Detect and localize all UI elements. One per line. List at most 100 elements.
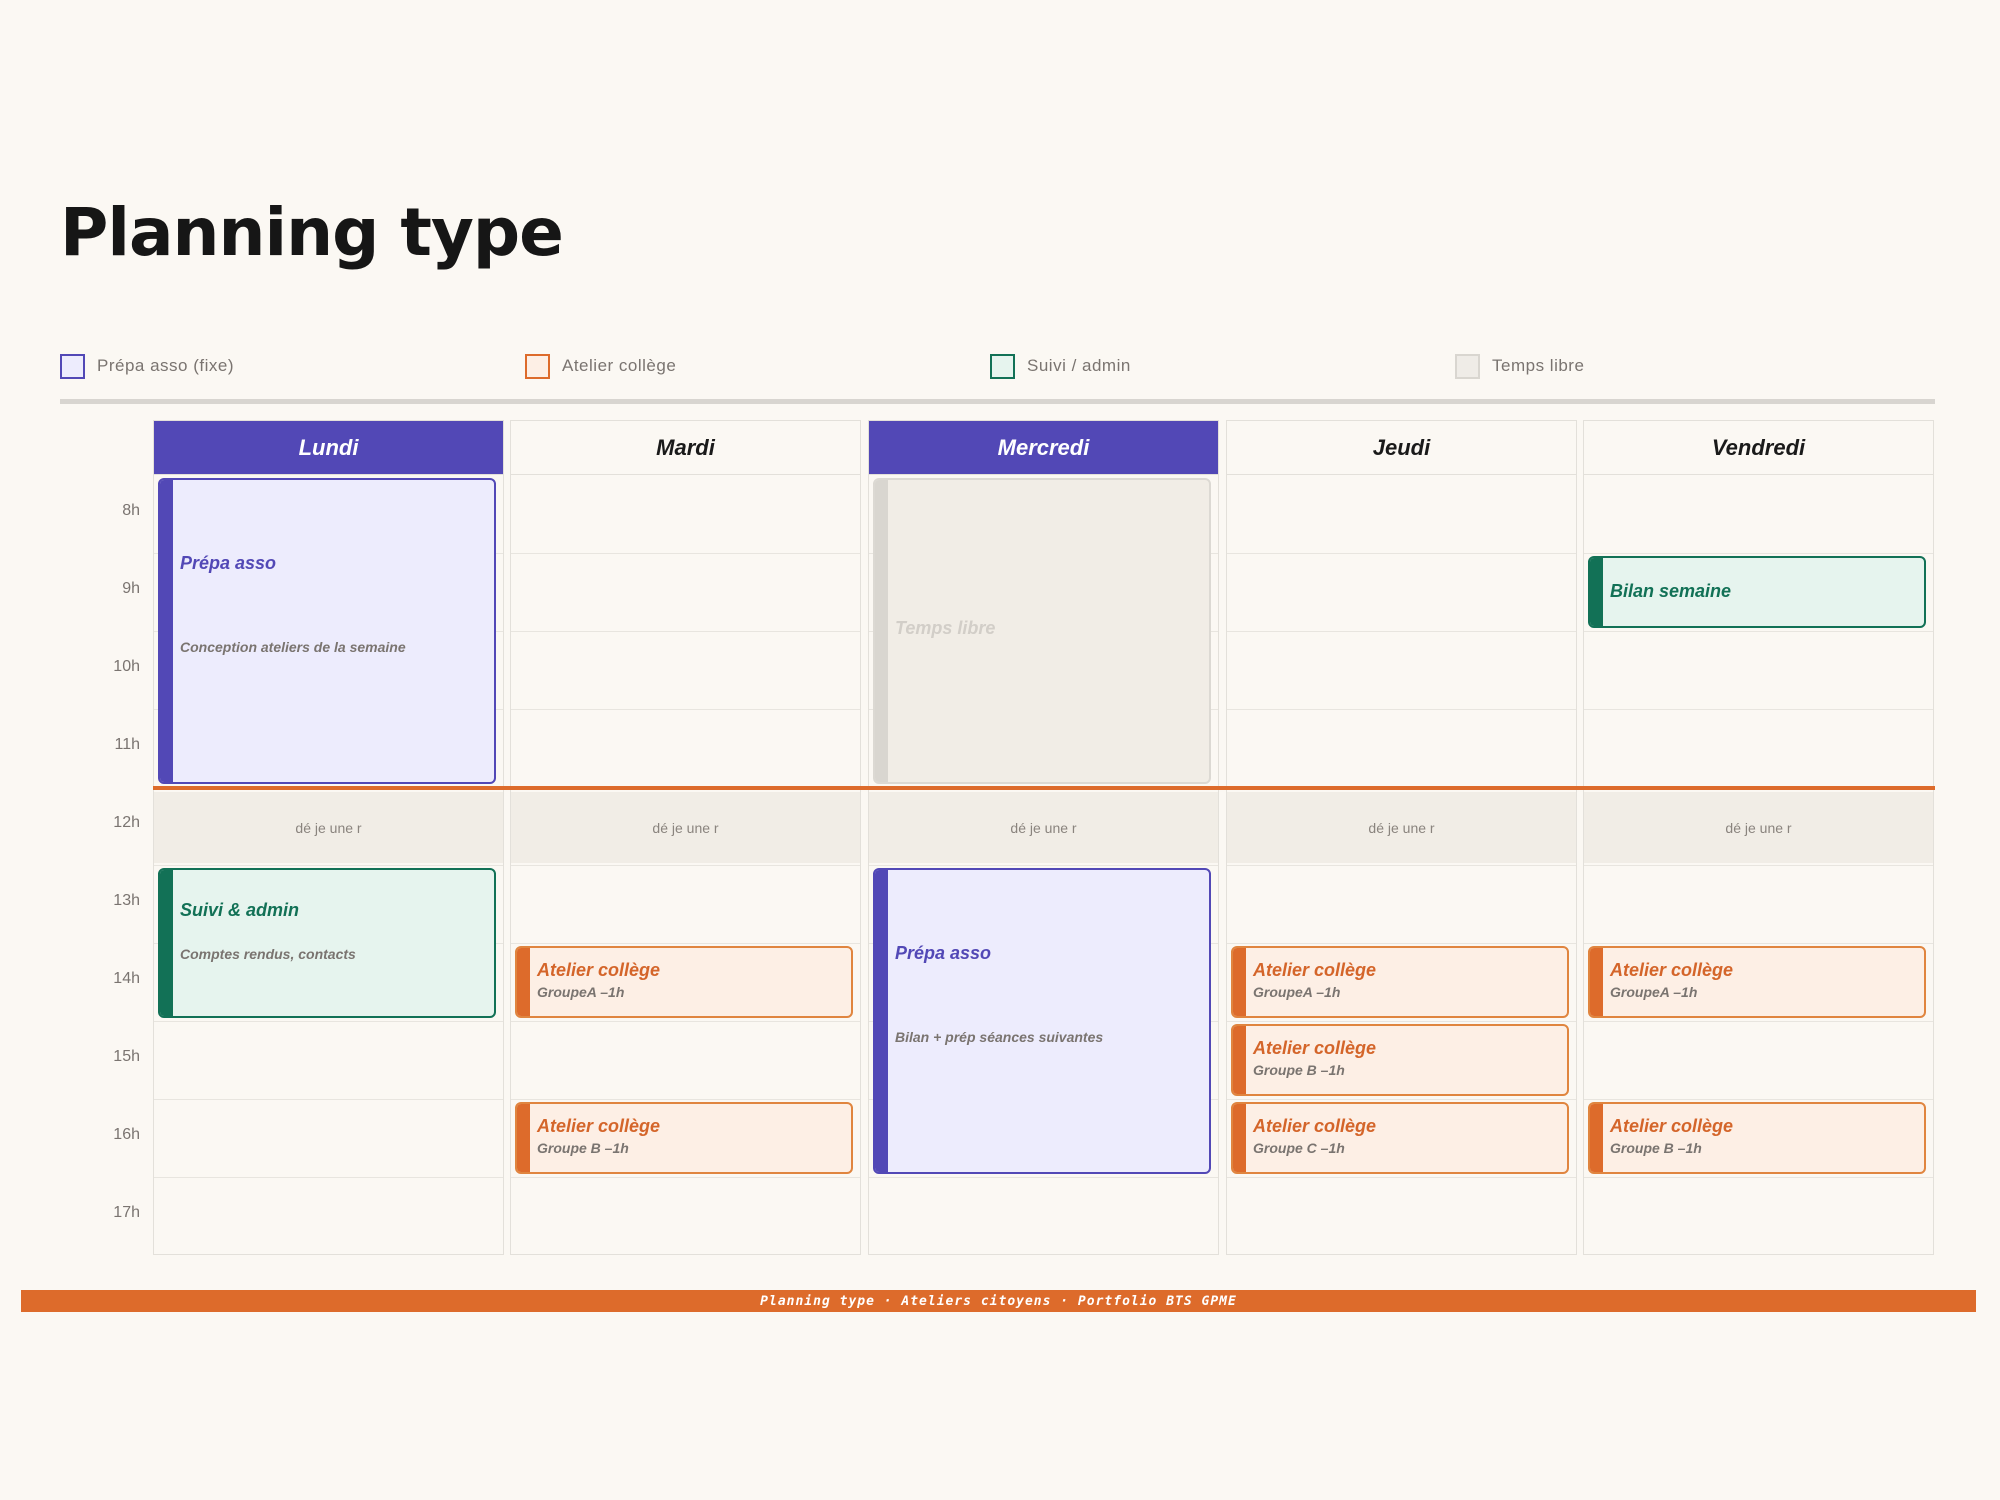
event-prepa[interactable]: Prépa asso Bilan + prép séances suivantes — [873, 868, 1211, 1174]
hour-label: 11h — [114, 736, 140, 753]
event-color-bar — [1590, 1104, 1603, 1172]
day-header: Vendredi — [1584, 421, 1933, 475]
lunch-break-cell: dé je une r — [869, 792, 1218, 863]
lunch-break-cell: dé je une r — [1227, 792, 1576, 863]
hour-gridline — [511, 709, 860, 710]
event-color-bar — [875, 480, 888, 782]
hour-gridline — [1227, 553, 1576, 554]
hour-label: 16h — [113, 1126, 140, 1143]
event-title: Atelier collège — [1253, 1116, 1377, 1136]
lunch-separator-line — [153, 786, 1935, 790]
hour-gridline — [1227, 709, 1576, 710]
hour-gridline — [511, 553, 860, 554]
hour-label: 13h — [113, 892, 140, 909]
hour-gridline — [511, 865, 860, 866]
hour-gridline — [869, 1177, 1218, 1178]
event-color-bar — [160, 870, 173, 1016]
lunch-break-cell: dé je une r — [1584, 792, 1933, 863]
hour-gridline — [511, 631, 860, 632]
event-subtitle: Comptes rendus, contacts — [180, 946, 356, 962]
event-libre[interactable]: Temps libre — [873, 478, 1211, 784]
event-atelier[interactable]: Atelier collège GroupeA –1h — [515, 946, 853, 1018]
hour-gridline — [1584, 1099, 1933, 1100]
hour-gridline — [511, 1177, 860, 1178]
hour-gridline — [511, 1099, 860, 1100]
hour-label: 10h — [113, 658, 140, 675]
day-header: Jeudi — [1227, 421, 1576, 475]
footer-banner: Planning type · Ateliers citoyens · Port… — [21, 1290, 1976, 1312]
hour-gridline — [1227, 1021, 1576, 1022]
weekly-schedule-grid: 8h 9h 10h 11h 12h 13h 14h 15h 16h 17h Lundi dé je u… — [0, 0, 2000, 1300]
event-title: Atelier collège — [1253, 960, 1377, 980]
event-color-bar — [1233, 1026, 1246, 1094]
day-header: Lundi — [154, 421, 503, 475]
event-suivi[interactable]: Bilan semaine — [1588, 556, 1926, 628]
event-color-bar — [1590, 948, 1603, 1016]
hour-gridline — [1584, 943, 1933, 944]
hour-gridline — [1227, 943, 1576, 944]
event-subtitle: GroupeA –1h — [1253, 984, 1341, 1000]
hour-gridline — [154, 1099, 503, 1100]
event-color-bar — [875, 870, 888, 1172]
event-color-bar — [1233, 1104, 1246, 1172]
hour-gridline — [1227, 1099, 1576, 1100]
hour-gridline — [1227, 631, 1576, 632]
hour-label: 15h — [113, 1048, 140, 1065]
event-title: Prépa asso — [895, 943, 992, 964]
event-subtitle: Groupe B –1h — [1253, 1062, 1345, 1078]
day-column-mardi: Mardi dé je une r Atelier collège GroupeA –… — [510, 420, 861, 1255]
event-prepa[interactable]: Prépa asso Conception ateliers de la sema… — [158, 478, 496, 784]
hour-label: 9h — [122, 580, 140, 597]
event-subtitle: Groupe C –1h — [1253, 1140, 1345, 1156]
hour-gridline — [154, 1021, 503, 1022]
hour-gridline — [1584, 631, 1933, 632]
event-title: Temps libre — [895, 617, 996, 638]
event-subtitle: GroupeA –1h — [1610, 984, 1698, 1000]
day-column-mercredi: Mercredi dé je une r Temps libre Prépa asso… — [868, 420, 1219, 1255]
event-subtitle: Conception ateliers de la semaine — [180, 639, 406, 656]
event-subtitle: Groupe B –1h — [1610, 1140, 1702, 1156]
event-color-bar — [517, 948, 530, 1016]
hour-gridline — [1584, 553, 1933, 554]
hour-label: 17h — [113, 1204, 140, 1221]
event-suivi[interactable]: Suivi & admin Comptes rendus, contacts — [158, 868, 496, 1018]
event-color-bar — [1590, 558, 1603, 626]
lunch-break-cell: dé je une r — [511, 792, 860, 863]
hour-gridline — [511, 1021, 860, 1022]
hour-gridline — [1227, 865, 1576, 866]
event-subtitle: GroupeA –1h — [537, 984, 625, 1000]
hour-gridline — [1584, 1021, 1933, 1022]
event-title: Atelier collège — [1610, 1116, 1734, 1136]
event-atelier[interactable]: Atelier collège Groupe C –1h — [1231, 1102, 1569, 1174]
hour-gridline — [1584, 709, 1933, 710]
hour-gridline — [869, 865, 1218, 866]
event-subtitle: Bilan + prép séances suivantes — [895, 1029, 1104, 1046]
event-atelier[interactable]: Atelier collège Groupe B –1h — [1231, 1024, 1569, 1096]
day-column-vendredi: Vendredi dé je une r Bilan semaine Atelier … — [1583, 420, 1934, 1255]
event-color-bar — [517, 1104, 530, 1172]
event-title: Atelier collège — [537, 1116, 661, 1136]
hour-label: 8h — [122, 502, 140, 519]
event-title: Bilan semaine — [1610, 581, 1732, 601]
hour-gridline — [1584, 1177, 1933, 1178]
event-title: Suivi & admin — [180, 900, 300, 920]
event-subtitle: Groupe B –1h — [537, 1140, 629, 1156]
event-title: Prépa asso — [180, 553, 277, 574]
hour-gridline — [511, 943, 860, 944]
hour-gridline — [1227, 1177, 1576, 1178]
event-title: Atelier collège — [1253, 1038, 1377, 1058]
event-atelier[interactable]: Atelier collège Groupe B –1h — [1588, 1102, 1926, 1174]
event-title: Atelier collège — [1610, 960, 1734, 980]
event-atelier[interactable]: Atelier collège GroupeA –1h — [1588, 946, 1926, 1018]
hour-gridline — [154, 865, 503, 866]
day-column-lundi: Lundi dé je une r Prépa asso Conception ate… — [153, 420, 504, 1255]
event-color-bar — [1233, 948, 1246, 1016]
hour-gridline — [154, 1177, 503, 1178]
event-atelier[interactable]: Atelier collège GroupeA –1h — [1231, 946, 1569, 1018]
day-column-jeudi: Jeudi dé je une r Atelier collège GroupeA –… — [1226, 420, 1577, 1255]
day-header: Mercredi — [869, 421, 1218, 475]
event-color-bar — [160, 480, 173, 782]
hour-label: 14h — [113, 970, 140, 987]
event-atelier[interactable]: Atelier collège Groupe B –1h — [515, 1102, 853, 1174]
hour-label: 12h — [113, 814, 140, 831]
